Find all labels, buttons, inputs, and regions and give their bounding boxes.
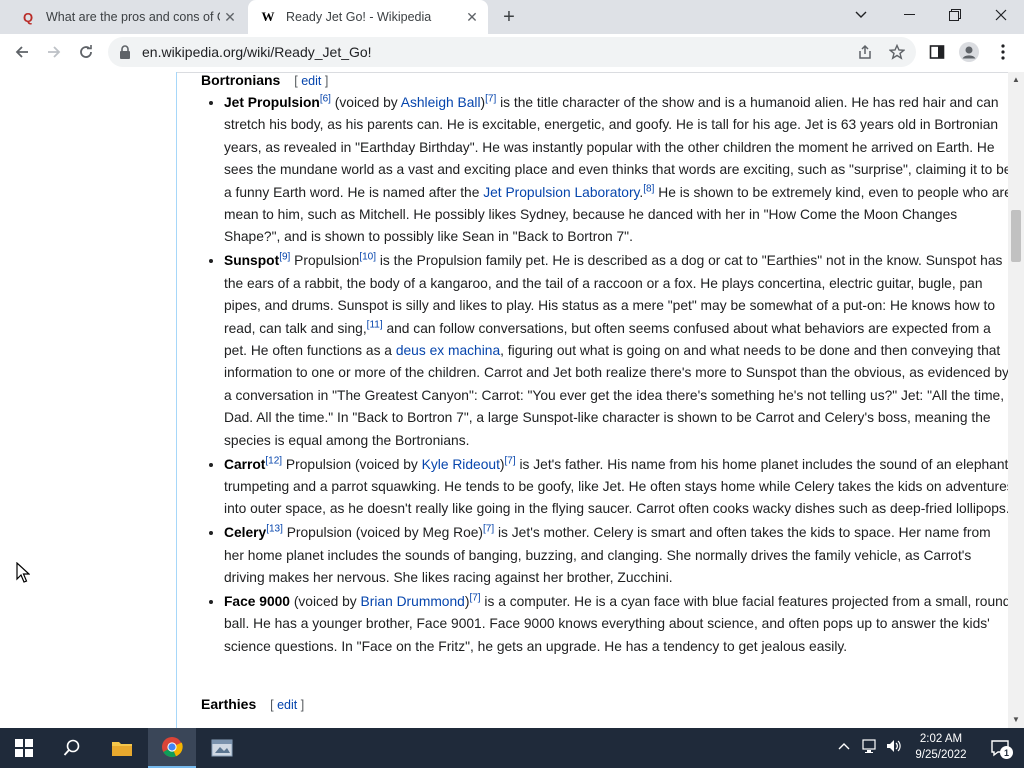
citation-link[interactable]: [7]	[483, 524, 494, 535]
clock-date: 9/25/2022	[915, 749, 967, 761]
taskbar-app[interactable]	[198, 728, 246, 768]
folder-icon	[112, 742, 132, 756]
notification-center-button[interactable]: 1	[976, 728, 1024, 768]
taskbar-search-button[interactable]	[48, 728, 96, 768]
wiki-link[interactable]: Kyle Rideout	[422, 457, 500, 472]
tab-wikipedia[interactable]: W Ready Jet Go! - Wikipedia ✕	[248, 0, 488, 34]
menu-kebab-icon[interactable]	[992, 41, 1014, 63]
citation-link[interactable]: [7]	[485, 93, 496, 104]
scroll-down-arrow-icon[interactable]: ▼	[1012, 715, 1020, 724]
edit-section: [ edit ]	[270, 698, 305, 712]
character-name: Sunspot	[224, 253, 280, 269]
wikipedia-icon: W	[261, 9, 275, 24]
citation-link[interactable]: [6]	[320, 93, 331, 104]
chevron-up-icon[interactable]	[838, 738, 850, 753]
bookmark-star-icon[interactable]	[886, 41, 908, 63]
chrome-icon	[162, 737, 183, 758]
body-text: Propulsion	[290, 253, 360, 269]
body-text: (voiced by	[330, 95, 401, 110]
wiki-link[interactable]: deus ex machina	[396, 343, 500, 358]
section-title: Bortronians	[201, 72, 281, 88]
edit-link[interactable]: edit	[277, 698, 297, 712]
reload-button[interactable]	[72, 38, 100, 66]
tab-quora[interactable]: Q What are the pros and cons of G ✕	[8, 0, 246, 34]
minimize-button[interactable]	[886, 0, 932, 30]
lock-icon[interactable]	[118, 44, 134, 60]
restore-button[interactable]	[932, 0, 978, 30]
network-icon[interactable]	[862, 738, 880, 757]
wiki-sidebar	[0, 72, 176, 728]
tab-strip: Q What are the pros and cons of G ✕ W Re…	[0, 0, 1024, 34]
url-text: en.wikipedia.org/wiki/Ready_Jet_Go!	[142, 44, 372, 60]
edit-link[interactable]: edit	[301, 74, 321, 88]
new-tab-button[interactable]: +	[498, 6, 520, 28]
citation-link[interactable]: [12]	[265, 455, 282, 466]
citation-link[interactable]: [13]	[266, 524, 283, 535]
character-name: Celery	[224, 525, 267, 541]
citation-link[interactable]: [7]	[505, 455, 516, 466]
quora-icon: Q	[22, 9, 34, 25]
edit-section: [ edit ]	[294, 74, 329, 88]
clock-time: 2:02 AM	[919, 733, 963, 745]
taskbar-chrome[interactable]	[148, 728, 196, 768]
start-button[interactable]	[0, 728, 48, 768]
web-page: Bortronians [ edit ] Jet Propulsion[6] (…	[0, 72, 1008, 728]
profile-avatar-icon[interactable]	[958, 41, 980, 63]
citation-link[interactable]: [11]	[367, 319, 383, 330]
character-entry: Sunspot[9] Propulsion[10] is the Propuls…	[224, 250, 1008, 452]
wiki-link[interactable]: Brian Drummond	[361, 594, 465, 609]
share-icon[interactable]	[854, 41, 876, 63]
notification-count: 1	[1000, 746, 1013, 759]
citation-link[interactable]: [9]	[279, 252, 290, 263]
scrollbar-thumb[interactable]	[1011, 210, 1021, 262]
app-window-icon	[211, 739, 233, 757]
side-panel-icon[interactable]	[926, 41, 948, 63]
browser-toolbar: en.wikipedia.org/wiki/Ready_Jet_Go!	[0, 34, 1024, 73]
tab-title: Ready Jet Go! - Wikipedia	[286, 10, 432, 24]
back-button[interactable]	[8, 38, 36, 66]
taskbar-file-explorer[interactable]	[98, 728, 146, 768]
article-content: Bortronians [ edit ] Jet Propulsion[6] (…	[176, 72, 1008, 728]
taskbar-clock[interactable]: 2:02 AM 9/25/2022	[908, 731, 974, 763]
search-icon	[63, 739, 80, 756]
forward-button[interactable]	[40, 38, 68, 66]
close-tab-icon[interactable]: ✕	[462, 7, 482, 27]
windows-taskbar: 2:02 AM 9/25/2022 1	[0, 728, 1024, 768]
tab-search-icon[interactable]	[838, 0, 884, 30]
character-entry: Carrot[12] Propulsion (voiced by Kyle Ri…	[224, 454, 1008, 521]
character-name: Jet Propulsion	[224, 95, 320, 110]
section-heading-bortronians: Bortronians [ edit ]	[201, 72, 328, 88]
citation-link[interactable]: [8]	[643, 183, 654, 194]
body-text: Propulsion (voiced by	[282, 456, 422, 472]
character-name: Carrot	[224, 456, 266, 472]
volume-icon[interactable]	[885, 738, 903, 757]
character-entry: Jet Propulsion[6] (voiced by Ashleigh Ba…	[224, 92, 1008, 249]
body-text: Propulsion (voiced by Meg Roe)	[282, 525, 484, 541]
citation-link[interactable]: [10]	[359, 252, 376, 263]
character-entry: Face 9000 (voiced by Brian Drummond)[7] …	[224, 591, 1008, 658]
character-name: Face 9000	[224, 593, 290, 609]
body-text: (voiced by	[289, 593, 361, 609]
character-list: Jet Propulsion[6] (voiced by Ashleigh Ba…	[201, 92, 1008, 660]
tab-title: What are the pros and cons of G	[46, 10, 220, 24]
body-text: , figuring out what is going on and what…	[224, 342, 1008, 448]
wiki-link[interactable]: Ashleigh Ball	[401, 95, 481, 110]
address-bar[interactable]: en.wikipedia.org/wiki/Ready_Jet_Go!	[108, 37, 916, 67]
page-scrollbar[interactable]: ▲ ▼	[1008, 72, 1024, 728]
scroll-up-arrow-icon[interactable]: ▲	[1012, 75, 1020, 84]
wiki-link[interactable]: Jet Propulsion Laboratory	[483, 185, 639, 200]
section-title: Earthies	[201, 696, 257, 712]
windows-logo-icon	[15, 739, 33, 757]
citation-link[interactable]: [7]	[469, 592, 480, 603]
character-entry: Celery[13] Propulsion (voiced by Meg Roe…	[224, 522, 1008, 589]
mouse-cursor-icon	[16, 561, 31, 589]
close-window-button[interactable]	[978, 0, 1024, 30]
section-heading-earthies: Earthies [ edit ]	[201, 696, 304, 712]
close-tab-icon[interactable]: ✕	[220, 7, 240, 27]
